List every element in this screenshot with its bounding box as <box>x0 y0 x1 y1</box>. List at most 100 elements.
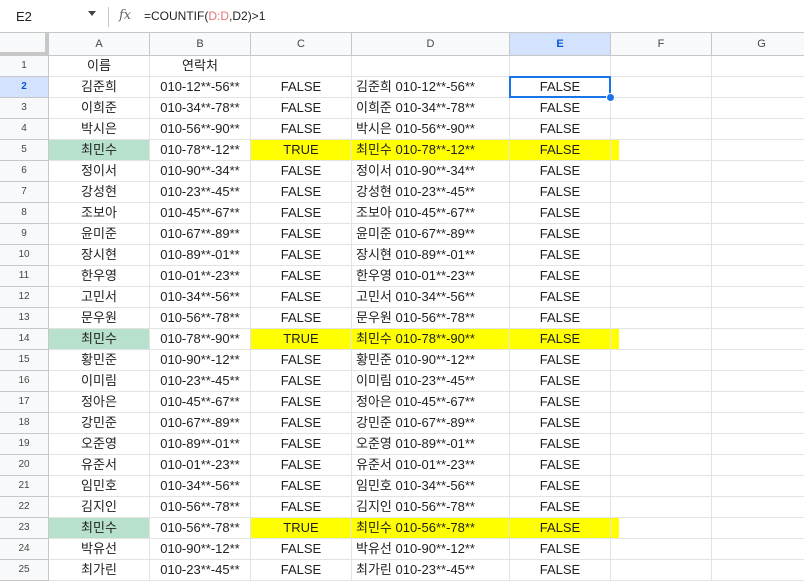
row-header[interactable]: 12 <box>0 287 49 308</box>
cell-f12[interactable] <box>611 287 712 308</box>
cell-e6[interactable]: FALSE <box>510 161 611 182</box>
cell-d19[interactable]: 오준영 010-89**-01** <box>352 434 510 455</box>
row-header[interactable]: 3 <box>0 98 49 119</box>
row-header[interactable]: 7 <box>0 182 49 203</box>
cell-b21[interactable]: 010-34**-56** <box>150 476 251 497</box>
cell-f25[interactable] <box>611 560 712 581</box>
cell-a21[interactable]: 임민호 <box>49 476 150 497</box>
row-header[interactable]: 9 <box>0 224 49 245</box>
cell-f8[interactable] <box>611 203 712 224</box>
cell-f24[interactable] <box>611 539 712 560</box>
cell-g21[interactable] <box>712 476 804 497</box>
cell-a15[interactable]: 황민준 <box>49 350 150 371</box>
cell-a23[interactable]: 최민수 <box>49 518 150 539</box>
cell-e22[interactable]: FALSE <box>510 497 611 518</box>
cell-a12[interactable]: 고민서 <box>49 287 150 308</box>
cell-b6[interactable]: 010-90**-34** <box>150 161 251 182</box>
cell-g20[interactable] <box>712 455 804 476</box>
cell-a1[interactable]: 이름 <box>49 56 150 77</box>
cell-c8[interactable]: FALSE <box>251 203 352 224</box>
cell-e14[interactable]: FALSE <box>510 329 611 350</box>
cell-e20[interactable]: FALSE <box>510 455 611 476</box>
cell-d13[interactable]: 문우원 010-56**-78** <box>352 308 510 329</box>
cell-a7[interactable]: 강성현 <box>49 182 150 203</box>
cell-d4[interactable]: 박시은 010-56**-90** <box>352 119 510 140</box>
cell-a4[interactable]: 박시은 <box>49 119 150 140</box>
cell-e18[interactable]: FALSE <box>510 413 611 434</box>
cell-d24[interactable]: 박유선 010-90**-12** <box>352 539 510 560</box>
cell-d7[interactable]: 강성현 010-23**-45** <box>352 182 510 203</box>
cell-g2[interactable] <box>712 77 804 98</box>
cell-c19[interactable]: FALSE <box>251 434 352 455</box>
column-header-a[interactable]: A <box>49 33 150 56</box>
cell-c13[interactable]: FALSE <box>251 308 352 329</box>
cell-d11[interactable]: 한우영 010-01**-23** <box>352 266 510 287</box>
cell-e17[interactable]: FALSE <box>510 392 611 413</box>
cell-e21[interactable]: FALSE <box>510 476 611 497</box>
cell-f1[interactable] <box>611 56 712 77</box>
cell-e16[interactable]: FALSE <box>510 371 611 392</box>
cell-c25[interactable]: FALSE <box>251 560 352 581</box>
cell-g14[interactable] <box>712 329 804 350</box>
cell-a20[interactable]: 유준서 <box>49 455 150 476</box>
cell-a22[interactable]: 김지인 <box>49 497 150 518</box>
cell-a19[interactable]: 오준영 <box>49 434 150 455</box>
row-header[interactable]: 4 <box>0 119 49 140</box>
cell-c21[interactable]: FALSE <box>251 476 352 497</box>
cell-b5[interactable]: 010-78**-12** <box>150 140 251 161</box>
column-header-d[interactable]: D <box>352 33 510 56</box>
cell-c18[interactable]: FALSE <box>251 413 352 434</box>
cell-f3[interactable] <box>611 98 712 119</box>
row-header[interactable]: 2 <box>0 77 49 98</box>
cell-b4[interactable]: 010-56**-90** <box>150 119 251 140</box>
cell-g18[interactable] <box>712 413 804 434</box>
cell-a9[interactable]: 윤미준 <box>49 224 150 245</box>
cell-b12[interactable]: 010-34**-56** <box>150 287 251 308</box>
cell-g16[interactable] <box>712 371 804 392</box>
cell-f5[interactable] <box>611 140 712 161</box>
cell-b23[interactable]: 010-56**-78** <box>150 518 251 539</box>
cell-d8[interactable]: 조보아 010-45**-67** <box>352 203 510 224</box>
cell-a18[interactable]: 강민준 <box>49 413 150 434</box>
cell-g22[interactable] <box>712 497 804 518</box>
row-header[interactable]: 11 <box>0 266 49 287</box>
cell-a11[interactable]: 한우영 <box>49 266 150 287</box>
cell-b10[interactable]: 010-89**-01** <box>150 245 251 266</box>
cell-f20[interactable] <box>611 455 712 476</box>
cell-f6[interactable] <box>611 161 712 182</box>
cell-f2[interactable] <box>611 77 712 98</box>
cell-e19[interactable]: FALSE <box>510 434 611 455</box>
cell-f9[interactable] <box>611 224 712 245</box>
row-header[interactable]: 24 <box>0 539 49 560</box>
row-header[interactable]: 8 <box>0 203 49 224</box>
cell-b25[interactable]: 010-23**-45** <box>150 560 251 581</box>
cell-f23[interactable] <box>611 518 712 539</box>
cell-b17[interactable]: 010-45**-67** <box>150 392 251 413</box>
cell-e23[interactable]: FALSE <box>510 518 611 539</box>
cell-e4[interactable]: FALSE <box>510 119 611 140</box>
cell-e15[interactable]: FALSE <box>510 350 611 371</box>
row-header[interactable]: 16 <box>0 371 49 392</box>
cell-c9[interactable]: FALSE <box>251 224 352 245</box>
cell-g23[interactable] <box>712 518 804 539</box>
column-header-g[interactable]: G <box>712 33 804 56</box>
cell-c1[interactable] <box>251 56 352 77</box>
cell-a5[interactable]: 최민수 <box>49 140 150 161</box>
column-header-e[interactable]: E <box>510 33 611 56</box>
cell-f4[interactable] <box>611 119 712 140</box>
cell-d1[interactable] <box>352 56 510 77</box>
cell-e24[interactable]: FALSE <box>510 539 611 560</box>
cell-e2[interactable]: FALSE <box>510 77 611 98</box>
cell-g15[interactable] <box>712 350 804 371</box>
cell-g3[interactable] <box>712 98 804 119</box>
cell-g10[interactable] <box>712 245 804 266</box>
cell-c14[interactable]: TRUE <box>251 329 352 350</box>
cell-a16[interactable]: 이미림 <box>49 371 150 392</box>
cell-d16[interactable]: 이미림 010-23**-45** <box>352 371 510 392</box>
cell-e5[interactable]: FALSE <box>510 140 611 161</box>
row-header[interactable]: 19 <box>0 434 49 455</box>
cell-c6[interactable]: FALSE <box>251 161 352 182</box>
cell-f21[interactable] <box>611 476 712 497</box>
cell-g4[interactable] <box>712 119 804 140</box>
cell-a17[interactable]: 정아은 <box>49 392 150 413</box>
